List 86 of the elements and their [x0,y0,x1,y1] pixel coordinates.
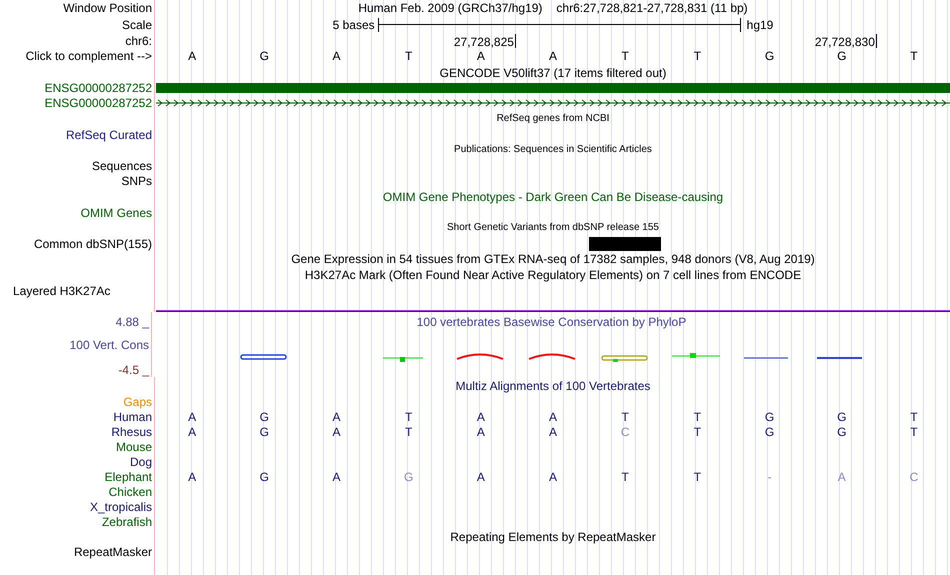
track-title: Publications: Sequences in Scientific Articles [454,145,652,155]
aligned-base: G [837,426,846,438]
axis-max-label: 4.88 _ [116,316,149,328]
aligned-base: A [549,470,558,482]
track-title: RefSeq genes from NCBI [496,114,610,124]
aligned-base: G [260,410,269,422]
aligned-base: G [260,470,269,482]
track-label[interactable]: Sequences [92,160,152,172]
assembly-text: hg19 [746,18,774,30]
aligned-base: A [838,470,846,482]
base-letter[interactable]: A [188,50,196,62]
species-label: X_tropicalis [90,500,152,512]
aligned-base: T [694,470,702,482]
aligned-base: T [404,410,412,422]
aligned-base: A [476,410,485,422]
aligned-base: T [910,410,918,422]
aligned-base: A [476,426,485,438]
coordinate-label: 27,728,825 [454,34,516,48]
track-label[interactable]: OMIM Genes [80,206,152,218]
base-letter[interactable]: G [837,50,846,62]
aligned-base: A [188,410,196,422]
variant-block[interactable] [589,236,662,250]
base-letter[interactable]: A [476,50,485,62]
aligned-base: T [622,410,629,422]
track-label[interactable]: RefSeq Curated [66,128,152,140]
aligned-base: - [768,470,772,482]
aligned-base: T [694,410,702,422]
base-letter[interactable]: A [549,50,558,62]
track-title: Repeating Elements by RepeatMasker [450,531,656,543]
aligned-base: A [188,470,196,482]
row-label: Scale [122,18,152,30]
row-label: Window Position [63,2,152,14]
aligned-base: T [404,426,412,438]
complement-link[interactable]: Click to complement --> [26,50,152,62]
aligned-base: A [549,410,558,422]
coordinate-label: 27,728,830 [814,34,877,48]
scale-text: 5 bases [332,18,375,30]
base-letter[interactable]: G [764,50,774,62]
species-label: Mouse [116,440,152,452]
chromosome-label: chr6: [125,34,152,46]
species-label: Human [113,410,152,422]
base-letter[interactable]: T [622,50,629,62]
species-label: Elephant [104,470,152,482]
aligned-base: G [837,410,846,422]
base-letter[interactable]: G [260,50,269,62]
base-letter[interactable]: T [910,50,918,62]
track-title: Multiz Alignments of 100 Vertebrates [456,380,650,392]
species-label: Chicken [108,486,152,498]
aligned-base: G [404,470,414,482]
aligned-base: G [260,426,269,438]
base-letter[interactable]: A [332,50,340,62]
track-title: H3K27Ac Mark (Often Found Near Active Regulatory Elements) on 7 cell lines from ENCODE [304,269,802,281]
position-text: chr6:27,728,821-27,728,831 (11 bp) [556,2,748,14]
track-label[interactable]: SNPs [121,174,152,186]
track-title: Gene Expression in 54 tissues from GTEx RNA-seq of 17382 samples, 948 donors (V8, Aug 2019) [291,253,815,265]
aligned-base: A [332,410,340,422]
track-label[interactable]: Common dbSNP(155) [34,238,152,250]
aligned-base: T [622,470,629,482]
species-label: Dog [130,456,152,468]
aligned-base: C [910,470,918,482]
gene-label[interactable]: ENSG00000287252 [44,82,152,94]
aligned-base: A [332,470,340,482]
aligned-base: T [694,426,702,438]
aligned-base: A [188,426,196,438]
aligned-base: T [910,426,918,438]
gaps-label: Gaps [123,396,152,408]
track-title: GENCODE V50lift37 (17 items filtered out) [440,66,666,78]
track-label[interactable]: 100 Vert. Cons [70,339,149,351]
base-letter[interactable]: T [404,50,412,62]
track-title: 100 vertebrates Basewise Conservation by PhyloP [416,316,686,328]
aligned-base: G [764,410,774,422]
species-label: Rhesus [111,426,152,438]
track-label[interactable]: Layered H3K27Ac [13,284,110,296]
aligned-base: A [476,470,485,482]
base-letter[interactable]: T [694,50,702,62]
assembly-title: Human Feb. 2009 (GRCh37/hg19) [358,2,542,14]
axis-min-label: -4.5 _ [118,364,149,376]
aligned-base: G [764,426,774,438]
aligned-base: A [332,426,340,438]
species-label: Zebrafish [102,516,152,528]
track-title: OMIM Gene Phenotypes - Dark Green Can Be Disease-causing [382,190,724,202]
aligned-base: C [620,426,630,438]
aligned-base: A [549,426,558,438]
gene-label[interactable]: ENSG00000287252 [44,96,152,108]
track-label[interactable]: RepeatMasker [74,546,152,558]
track-title: Short Genetic Variants from dbSNP release 155 [447,223,659,233]
